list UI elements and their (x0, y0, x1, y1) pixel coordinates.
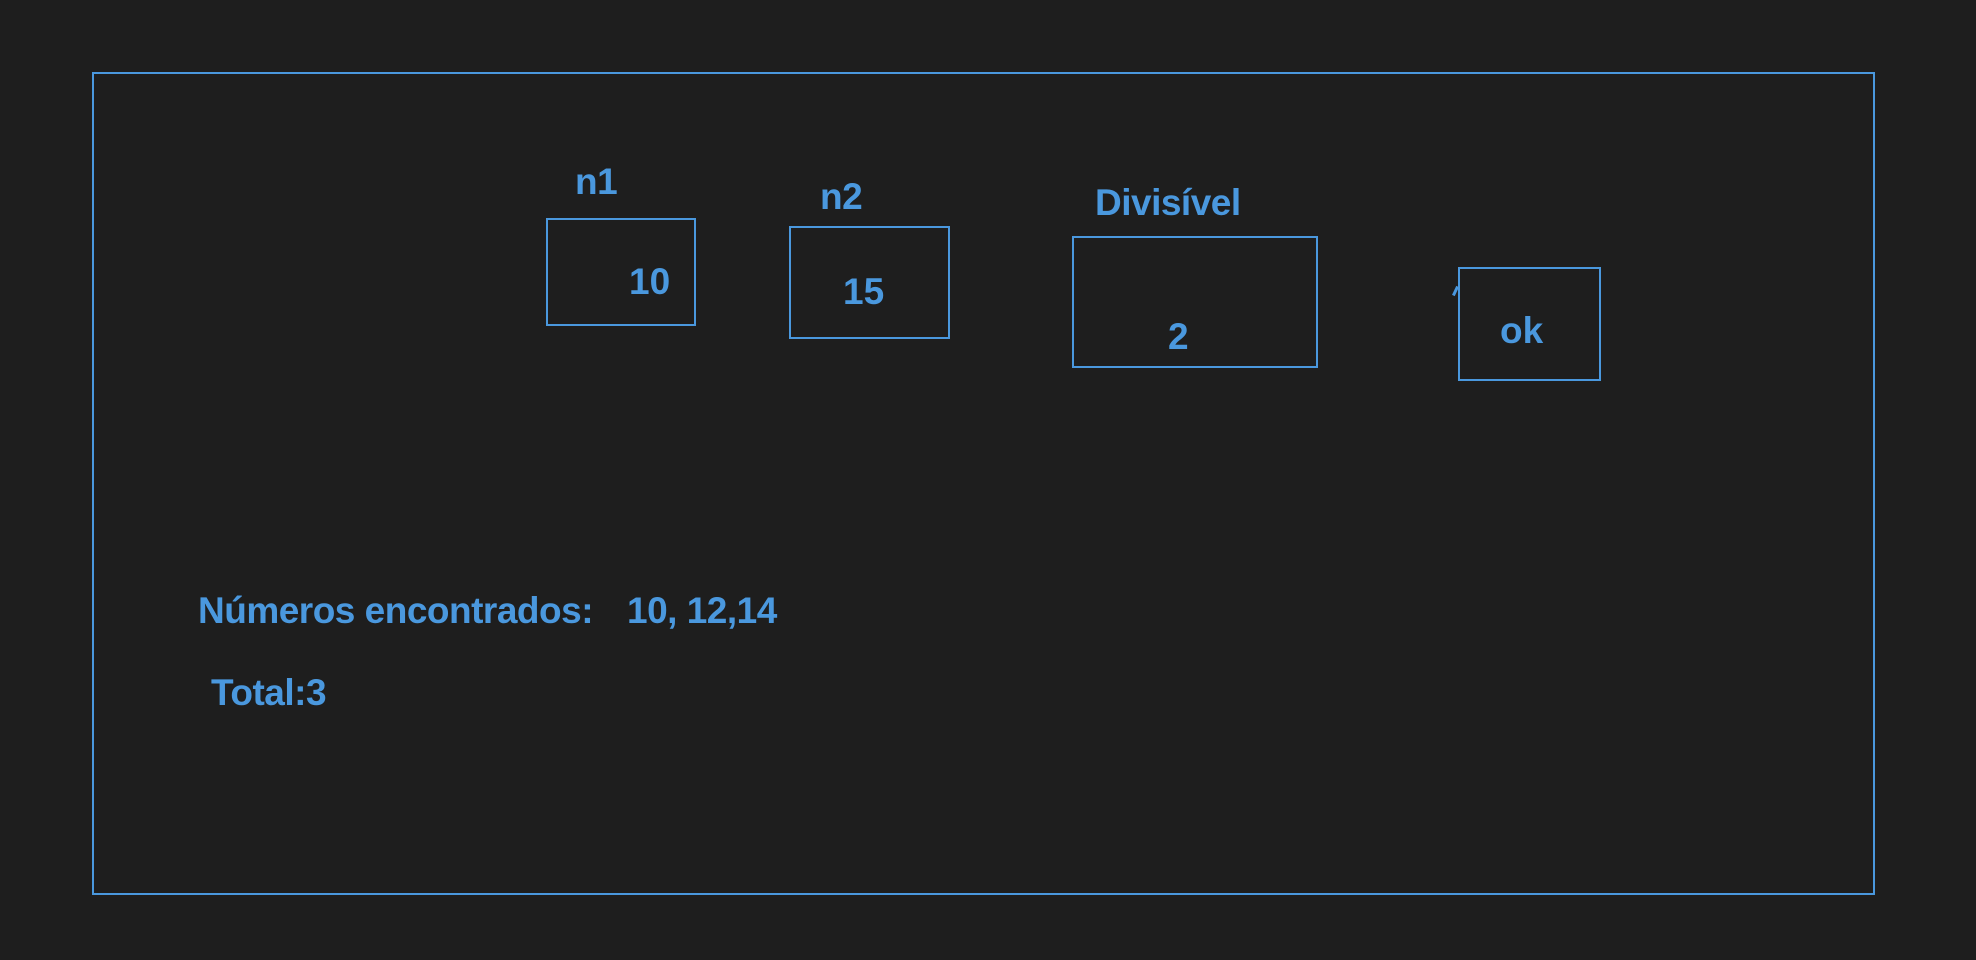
ok-button[interactable]: ok (1458, 267, 1601, 381)
n2-input[interactable]: 15 (789, 226, 950, 339)
n2-label: n2 (820, 176, 863, 217)
form-frame (92, 72, 1875, 895)
n2-value: 15 (843, 271, 885, 312)
n1-label: n1 (575, 161, 618, 202)
sketch-canvas: n1 10 n2 15 Divisível 2 ok Números encon… (0, 0, 1976, 960)
n1-value: 10 (629, 261, 671, 302)
divisivel-input[interactable]: 2 (1072, 236, 1318, 368)
found-numbers-label: Números encontrados: (198, 590, 594, 631)
n1-input[interactable]: 10 (546, 218, 696, 326)
total-label: Total:3 (211, 672, 327, 713)
found-numbers-values: 10, 12,14 (627, 590, 777, 631)
divisivel-value: 2 (1168, 316, 1189, 357)
divisivel-label: Divisível (1095, 182, 1241, 223)
ok-button-label: ok (1500, 310, 1544, 351)
